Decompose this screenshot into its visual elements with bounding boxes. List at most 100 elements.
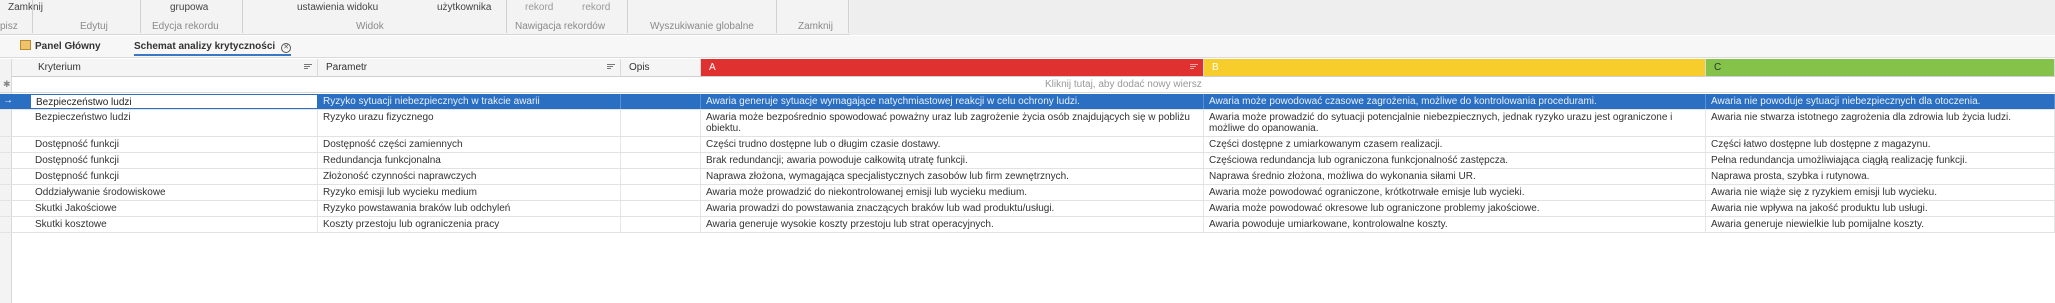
new-row-placeholder[interactable]: ✱ Kliknij tutaj, aby dodać nowy wiersz	[0, 78, 2055, 93]
cell-b[interactable]: Części dostępne z umiarkowanym czasem re…	[1204, 137, 1706, 152]
cell-b[interactable]: Awaria może powodować ograniczone, krótk…	[1204, 185, 1706, 200]
cell-parametr[interactable]: Ryzyko emisji lub wycieku medium	[318, 185, 621, 200]
ribbon-group-close: Zamknij	[798, 21, 834, 32]
cell-c[interactable]: Awaria nie wpływa na jakość produktu lub…	[1706, 201, 2055, 216]
cell-kryterium[interactable]: Skutki kosztowe	[30, 217, 318, 232]
ribbon-group-view: Widok	[356, 21, 384, 32]
view-settings-button[interactable]: ustawienia widoku	[297, 2, 378, 13]
tab-schemat-analizy[interactable]: Schemat analizy krytyczności ✕	[134, 38, 292, 56]
cell-b[interactable]: Awaria może powodować czasowe zagrożenia…	[1204, 94, 1706, 109]
user-settings-button[interactable]: użytkownika	[437, 2, 491, 13]
cell-kryterium[interactable]: Dostępność funkcji	[30, 137, 318, 152]
ribbon-separator	[140, 0, 141, 33]
column-header-kryterium[interactable]: Kryterium	[30, 59, 318, 77]
cell-c[interactable]: Awaria nie stwarza istotnego zagrożenia …	[1706, 110, 2055, 136]
cell-c[interactable]: Naprawa prosta, szybka i rutynowa.	[1706, 169, 2055, 184]
tab-label: Panel Główny	[35, 41, 101, 52]
column-filter-icon[interactable]	[607, 64, 615, 72]
column-header-a[interactable]: A	[701, 59, 1204, 77]
next-record-button[interactable]: rekord	[582, 2, 610, 13]
column-label: C	[1714, 62, 1722, 73]
cell-b[interactable]: Naprawa średnio złożona, możliwa do wyko…	[1204, 169, 1706, 184]
cell-opis[interactable]	[621, 201, 701, 216]
ribbon-group-record-nav: Nawigacja rekordów	[515, 21, 606, 32]
cell-c[interactable]: Awaria generuje niewielkie lub pomijalne…	[1706, 217, 2055, 232]
cell-kryterium[interactable]: Bezpieczeństwo ludzi	[30, 110, 318, 136]
cell-b[interactable]: Awaria może powodować okresowe lub ogran…	[1204, 201, 1706, 216]
group-edit-button[interactable]: grupowa	[170, 2, 208, 13]
column-filter-icon[interactable]	[1190, 64, 1198, 72]
ribbon-empty-area	[850, 0, 2055, 35]
cell-a[interactable]: Brak redundancji; awaria powoduje całkow…	[701, 153, 1204, 168]
column-header-b[interactable]: B	[1204, 59, 1706, 77]
ribbon-separator	[242, 0, 243, 33]
panel-icon	[20, 40, 31, 50]
current-row-arrow-icon: →	[3, 95, 13, 106]
cell-kryterium[interactable]: Bezpieczeństwo ludzi	[30, 94, 318, 109]
ribbon-group-edit: Edytuj	[80, 21, 108, 32]
table-row[interactable]: Skutki kosztowe Koszty przestoju lub ogra…	[0, 217, 2055, 233]
cell-parametr[interactable]: Złożoność czynności naprawczych	[318, 169, 621, 184]
cell-parametr[interactable]: Ryzyko urazu fizycznego	[318, 110, 621, 136]
cell-opis[interactable]	[621, 137, 701, 152]
tab-panel-glowny[interactable]: Panel Główny	[20, 38, 101, 56]
table-row[interactable]: Oddziaływanie środowiskowe Ryzyko emisji …	[0, 185, 2055, 201]
cell-kryterium[interactable]: Oddziaływanie środowiskowe	[30, 185, 318, 200]
document-tabstrip: Panel Główny Schemat analizy krytycznośc…	[0, 36, 2055, 58]
cell-a[interactable]: Naprawa złożona, wymagająca specjalistyc…	[701, 169, 1204, 184]
ribbon-separator	[32, 0, 33, 33]
cell-opis[interactable]	[621, 94, 701, 109]
table-row[interactable]: Dostępność funkcji Redundancja funkcjonal…	[0, 153, 2055, 169]
asterisk-icon: ✱	[3, 79, 11, 89]
cell-c[interactable]: Pełna redundancja umożliwiająca ciągłą r…	[1706, 153, 2055, 168]
table-row[interactable]: Bezpieczeństwo ludzi Ryzyko urazu fizyczn…	[0, 110, 2055, 137]
cell-kryterium[interactable]: Dostępność funkcji	[30, 169, 318, 184]
cell-opis[interactable]	[621, 185, 701, 200]
ribbon-group-global-search: Wyszukiwanie globalne	[650, 21, 754, 32]
cell-c[interactable]: Części łatwo dostępne lub dostępne z mag…	[1706, 137, 2055, 152]
cell-parametr[interactable]: Redundancja funkcjonalna	[318, 153, 621, 168]
table-row[interactable]: Skutki Jakościowe Ryzyko powstawania brak…	[0, 201, 2055, 217]
table-row[interactable]: → Bezpieczeństwo ludzi Ryzyko sytuacji nie…	[0, 94, 2055, 110]
cell-opis[interactable]	[621, 169, 701, 184]
cell-parametr[interactable]: Koszty przestoju lub ograniczenia pracy	[318, 217, 621, 232]
table-row[interactable]: Dostępność funkcji Złożoność czynności na…	[0, 169, 2055, 185]
table-row[interactable]: Dostępność funkcji Dostępność części zami…	[0, 137, 2055, 153]
close-icon[interactable]: ✕	[281, 43, 292, 53]
ribbon-separator	[776, 0, 777, 33]
cell-a[interactable]: Awaria może bezpośrednio spowodować powa…	[701, 110, 1204, 136]
cell-a[interactable]: Części trudno dostępne lub o długim czas…	[701, 137, 1204, 152]
cell-kryterium[interactable]: Skutki Jakościowe	[30, 201, 318, 216]
cell-opis[interactable]	[621, 217, 701, 232]
ribbon-separator	[506, 0, 507, 33]
cell-b[interactable]: Awaria może prowadzić do sytuacji potenc…	[1204, 110, 1706, 136]
save-close-button[interactable]: Zamknij	[8, 2, 43, 13]
cell-opis[interactable]	[621, 153, 701, 168]
ribbon-group-record-edit: Edycja rekordu	[152, 21, 219, 32]
column-header-opis[interactable]: Opis	[621, 59, 701, 77]
new-row-hint: Kliknij tutaj, aby dodać nowy wiersz	[1045, 79, 1202, 90]
criticality-grid: Kryterium Parametr Opis A B C ✱ Kliknij …	[0, 59, 2055, 303]
ribbon-separator	[627, 0, 628, 33]
column-header-c[interactable]: C	[1706, 59, 2055, 77]
column-header-parametr[interactable]: Parametr	[318, 59, 621, 77]
cell-c[interactable]: Awaria nie powoduje sytuacji niebezpiecz…	[1706, 94, 2055, 109]
cell-parametr[interactable]: Dostępność części zamiennych	[318, 137, 621, 152]
cell-kryterium[interactable]: Dostępność funkcji	[30, 153, 318, 168]
cell-a[interactable]: Awaria może prowadzić do niekontrolowane…	[701, 185, 1204, 200]
cell-c[interactable]: Awaria nie wiąże się z ryzykiem emisji l…	[1706, 185, 2055, 200]
cell-a[interactable]: Awaria generuje sytuacje wymagające naty…	[701, 94, 1204, 109]
prev-record-button[interactable]: rekord	[525, 2, 553, 13]
column-filter-icon[interactable]	[304, 64, 312, 72]
ribbon: Zamknij grupowa ustawienia widoku użytko…	[0, 0, 2055, 35]
cell-b[interactable]: Częściowa redundancja lub ograniczona fu…	[1204, 153, 1706, 168]
tab-label: Schemat analizy krytyczności	[134, 41, 276, 52]
cell-parametr[interactable]: Ryzyko powstawania braków lub odchyleń	[318, 201, 621, 216]
cell-parametr[interactable]: Ryzyko sytuacji niebezpiecznych w trakci…	[318, 94, 621, 109]
column-label: Kryterium	[38, 62, 81, 73]
column-label: Parametr	[326, 62, 368, 73]
cell-a[interactable]: Awaria generuje wysokie koszty przestoju…	[701, 217, 1204, 232]
cell-opis[interactable]	[621, 110, 701, 136]
cell-b[interactable]: Awaria powoduje umiarkowane, kontrolowal…	[1204, 217, 1706, 232]
cell-a[interactable]: Awaria prowadzi do powstawania znaczącyc…	[701, 201, 1204, 216]
